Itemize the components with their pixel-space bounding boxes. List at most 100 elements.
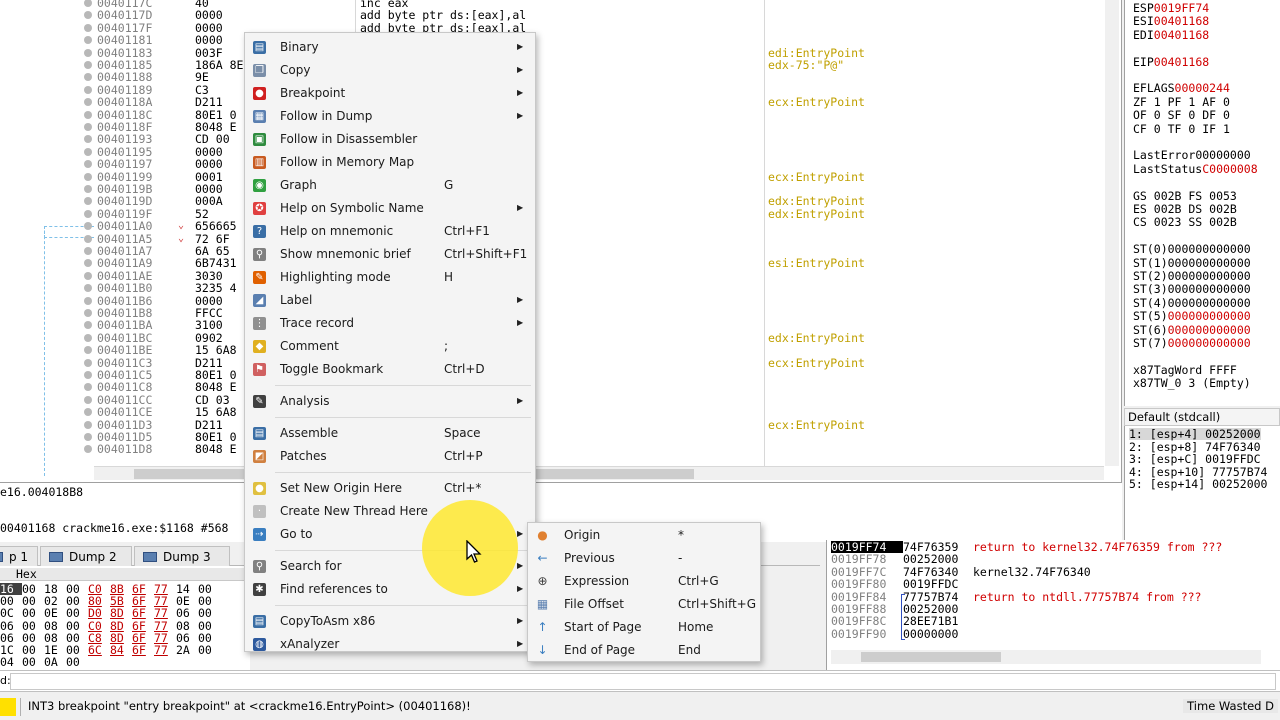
hex-byte[interactable]: 8D: [110, 607, 132, 619]
breakpoint-dot[interactable]: [84, 135, 92, 144]
argument-row[interactable]: 2: [esp+8] 74F76340: [1129, 440, 1261, 453]
disasm-row[interactable]: 00401189 C3: [0, 83, 1100, 96]
disasm-row[interactable]: 004011D88048 E,59: [0, 443, 1100, 456]
breakpoint-dot[interactable]: [84, 333, 92, 342]
disasm-row[interactable]: 004011A5 72 6F ⌄: [0, 232, 1100, 245]
register-row[interactable]: CF 0 TF 0 IF 1: [1133, 122, 1230, 136]
breakpoint-dot[interactable]: [84, 85, 92, 94]
breakpoint-dot[interactable]: [84, 197, 92, 206]
hex-byte[interactable]: 6F: [132, 644, 154, 656]
breakpoint-dot[interactable]: [84, 321, 92, 330]
calling-convention-header[interactable]: Default (stdcall): [1124, 408, 1280, 426]
breakpoint-dot[interactable]: [84, 296, 92, 305]
hex-byte[interactable]: 06: [176, 607, 198, 619]
disasm-row[interactable]: 00401188 9E: [0, 71, 1100, 84]
argument-row[interactable]: 1: [esp+4] 00252000: [1129, 428, 1261, 440]
argument-row[interactable]: 3: [esp+C] 0019FFDC: [1129, 453, 1261, 466]
disasm-row[interactable]: 0040119F 52 edx:EntryPoint: [0, 207, 1100, 220]
disasm-row[interactable]: 004011B03235 45]: [0, 282, 1100, 295]
breakpoint-dot[interactable]: [84, 395, 92, 404]
disasm-row[interactable]: 0040118F8048 E,59: [0, 121, 1100, 133]
stack-row[interactable]: 0019FF74 74F76359 return to kernel32.74F76…: [831, 541, 1222, 553]
submenu-item-file-offset[interactable]: ▦ File Offset Ctrl+Shift+G: [530, 593, 758, 615]
submenu-item-origin[interactable]: ● Origin *: [530, 524, 758, 546]
disasm-row[interactable]: 0040118C 80E1 0: [0, 108, 1100, 121]
register-row[interactable]: ST(0) 000000000000: [1133, 243, 1251, 256]
register-row[interactable]: ST(7) 000000000000: [1133, 337, 1251, 350]
register-row[interactable]: CS 0023 SS 002B: [1133, 216, 1237, 229]
disasm-row[interactable]: 004011A96B7431ecx+esi],30esi:EntryPoint: [0, 257, 1100, 270]
stack-row[interactable]: 0019FF78 00252000: [831, 553, 973, 566]
hex-byte[interactable]: 00: [198, 619, 220, 631]
hex-byte[interactable]: 84: [110, 644, 132, 656]
breakpoint-dot[interactable]: [84, 147, 92, 156]
menu-item-analysis[interactable]: ✎ Analysis ▶: [247, 390, 533, 412]
breakpoint-dot[interactable]: [84, 247, 92, 255]
breakpoint-dot[interactable]: [84, 36, 92, 45]
hex-byte[interactable]: 04: [0, 656, 22, 668]
disasm-row[interactable]: 004011AE3030h: [0, 269, 1100, 282]
register-value[interactable]: 000000000000: [1168, 296, 1251, 310]
disasm-row[interactable]: 004011BE 15 6A8: [0, 344, 1100, 357]
register-value[interactable]: 000000000000: [1168, 282, 1251, 296]
menu-item-assemble[interactable]: ▤ Assemble Space: [247, 422, 533, 444]
menu-item-binary[interactable]: ▤ Binary ▶: [247, 36, 533, 58]
disasm-row[interactable]: 004011CC CD 03: [0, 393, 1100, 406]
register-row[interactable]: ESP 0019FF74: [1133, 2, 1209, 15]
disasm-row[interactable]: 004011A0 656665 ⌄: [0, 220, 1100, 233]
menu-item-graph[interactable]: ◉ Graph G: [247, 174, 533, 196]
register-row[interactable]: ES 002B DS 002B: [1133, 203, 1237, 216]
stack-row[interactable]: 0019FF80 0019FFDC: [831, 578, 973, 591]
menu-item-copy[interactable]: ❐ Copy ▶: [247, 59, 533, 81]
dump-row[interactable]: 0C 00 0E 00 D0 8D 6F 77 06 00: [0, 607, 220, 619]
breakpoint-dot[interactable]: [84, 309, 92, 317]
disasm-row[interactable]: 00401193 CD 00: [0, 133, 1100, 146]
breakpoint-dot[interactable]: [84, 98, 92, 107]
register-row[interactable]: ST(3) 000000000000: [1133, 283, 1251, 296]
breakpoint-dot[interactable]: [84, 420, 92, 429]
breakpoint-dot[interactable]: [84, 358, 92, 367]
stack-pane[interactable]: 0019FF74 74F76359 return to kernel32.74F76…: [826, 540, 1280, 670]
command-input[interactable]: [10, 673, 1276, 690]
hex-byte[interactable]: 77: [154, 607, 176, 619]
menu-item-follow-in-memory-map[interactable]: ▥ Follow in Memory Map: [247, 151, 533, 173]
register-value[interactable]: 000000000000: [1168, 269, 1251, 283]
argument-row[interactable]: 5: [esp+14] 00252000: [1129, 478, 1267, 491]
argument-row[interactable]: 4: [esp+10] 77757B74: [1129, 465, 1267, 478]
disasm-row[interactable]: 00401185186A 8E],chedx-75:"P@": [0, 59, 1100, 71]
hex-byte[interactable]: 00: [22, 619, 44, 631]
register-row[interactable]: EIP 00401168: [1133, 55, 1209, 69]
register-row[interactable]: ST(6) 000000000000: [1133, 323, 1251, 337]
disasm-row[interactable]: 0040119B0000l: [0, 183, 1100, 195]
menu-item-breakpoint[interactable]: ● Breakpoint ▶: [247, 82, 533, 104]
register-value[interactable]: 00401168: [1154, 14, 1209, 28]
breakpoint-dot[interactable]: [84, 284, 92, 293]
register-row[interactable]: GS 002B FS 0053: [1133, 189, 1237, 203]
disasm-row[interactable]: 00401181 0000: [0, 34, 1100, 47]
hex-byte[interactable]: D0: [88, 607, 110, 619]
hex-byte[interactable]: 06: [0, 619, 22, 631]
breakpoint-dot[interactable]: [84, 408, 92, 417]
disasm-row[interactable]: 004011BA3100eax: [0, 319, 1100, 332]
hex-byte[interactable]: 00: [198, 644, 220, 656]
breakpoint-dot[interactable]: [84, 23, 92, 32]
menu-item-patches[interactable]: ◩ Patches Ctrl+P: [247, 445, 533, 467]
hex-byte[interactable]: 0E: [44, 607, 66, 619]
disasm-row[interactable]: 004011A7 6A 65: [0, 245, 1100, 257]
hex-byte[interactable]: 08: [176, 619, 198, 631]
stack-row[interactable]: 0019FF84 77757B74 return to ntdll.77757B74…: [831, 590, 1201, 603]
hex-byte[interactable]: 77: [154, 644, 176, 656]
registers-pane[interactable]: ESP 0019FF74 ESI 00401168 EDI 00401168 EIP …: [1124, 0, 1280, 406]
tab-dump-2[interactable]: Dump 2: [40, 546, 132, 566]
breakpoint-dot[interactable]: [84, 209, 92, 218]
disasm-row[interactable]: 004011CE 15 6A8: [0, 406, 1100, 419]
register-value[interactable]: 00000244: [1175, 81, 1230, 95]
breakpoint-dot[interactable]: [84, 110, 92, 119]
menu-item-highlighting-mode[interactable]: ✎ Highlighting mode H: [247, 266, 533, 288]
register-value[interactable]: 00401168: [1154, 28, 1209, 42]
menu-item-trace-record[interactable]: ⋮ Trace record ▶: [247, 312, 533, 334]
breakpoint-dot[interactable]: [84, 346, 92, 355]
menu-item-toggle-bookmark[interactable]: ⚑ Toggle Bookmark Ctrl+D: [247, 358, 533, 380]
tab-dump-1[interactable]: p 1: [0, 546, 38, 566]
hex-byte[interactable]: 08: [44, 619, 66, 631]
